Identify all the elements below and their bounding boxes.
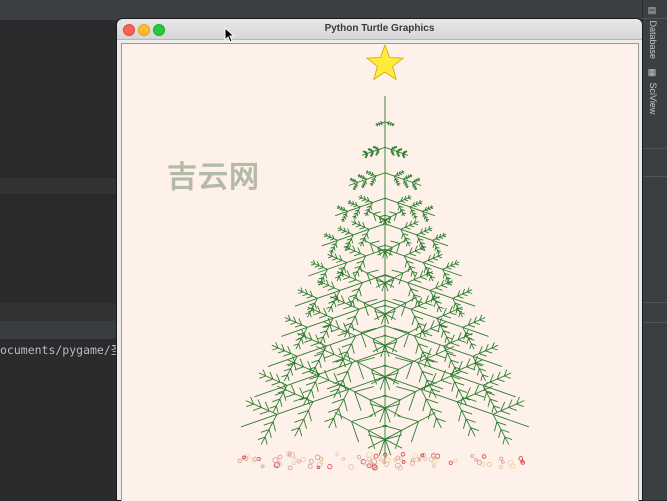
- ornament: [260, 464, 265, 469]
- tree-drawing: [237, 44, 530, 471]
- ornament: [423, 457, 428, 462]
- ornament: [432, 464, 437, 469]
- ornament: [401, 459, 406, 464]
- ornament: [448, 460, 453, 466]
- ornament-row: [237, 451, 525, 471]
- sidebar-divider: [642, 176, 667, 177]
- ide-panel-band: [0, 303, 117, 321]
- ornament: [481, 454, 487, 459]
- ornament: [373, 453, 379, 459]
- window-title: Python Turtle Graphics: [324, 23, 435, 34]
- ornament: [308, 458, 314, 464]
- sciview-icon: ▦: [648, 68, 658, 78]
- ornament: [293, 456, 297, 461]
- ornament: [400, 452, 406, 457]
- turtle-canvas[interactable]: 吉云网: [121, 43, 639, 501]
- side-tab-database[interactable]: ▤ Database: [648, 6, 658, 59]
- database-icon: ▤: [648, 6, 658, 16]
- ornament: [380, 455, 385, 460]
- ornament: [341, 457, 346, 461]
- ornament: [356, 454, 362, 460]
- ornament: [296, 459, 301, 464]
- ornament: [327, 464, 333, 470]
- side-tab-sciview[interactable]: ▦ SciView: [648, 68, 658, 114]
- ornament: [237, 458, 243, 464]
- ide-toolbar: [0, 0, 667, 20]
- side-tab-database-label: Database: [648, 20, 658, 60]
- ornament: [335, 452, 340, 457]
- ornament: [470, 453, 475, 458]
- ornament: [476, 460, 483, 466]
- ornament: [300, 456, 307, 463]
- mouse-cursor-icon: [224, 27, 236, 43]
- ornament: [256, 456, 261, 462]
- ornament: [412, 453, 418, 459]
- ornament: [474, 457, 478, 462]
- sidebar-divider: [642, 148, 667, 149]
- ornament: [319, 456, 324, 462]
- ornament: [486, 461, 492, 468]
- ornament: [307, 463, 313, 469]
- ornament: [287, 465, 293, 471]
- tree-branches: [240, 96, 530, 464]
- watermark-text: 吉云网: [167, 160, 260, 195]
- ide-panel-band: [0, 178, 117, 194]
- terminal-tab-bar[interactable]: [0, 321, 117, 339]
- ornament: [348, 464, 354, 470]
- ornament: [420, 453, 425, 458]
- ornament: [453, 458, 458, 463]
- star-icon: [365, 44, 405, 81]
- ornament: [277, 454, 283, 460]
- terminal-path-text: ocuments/pygame/圣: [0, 343, 117, 357]
- tree-branch-path: [240, 96, 530, 464]
- sidebar-divider: [642, 322, 667, 323]
- sidebar-divider: [642, 302, 667, 303]
- ornament: [499, 456, 504, 461]
- ornament: [501, 460, 505, 464]
- ornament: [498, 465, 503, 470]
- window-titlebar[interactable]: Python Turtle Graphics: [117, 19, 642, 40]
- side-tab-sciview-label: SciView: [648, 82, 658, 115]
- ornament: [292, 461, 297, 466]
- turtle-window[interactable]: Python Turtle Graphics 吉云网: [117, 19, 642, 501]
